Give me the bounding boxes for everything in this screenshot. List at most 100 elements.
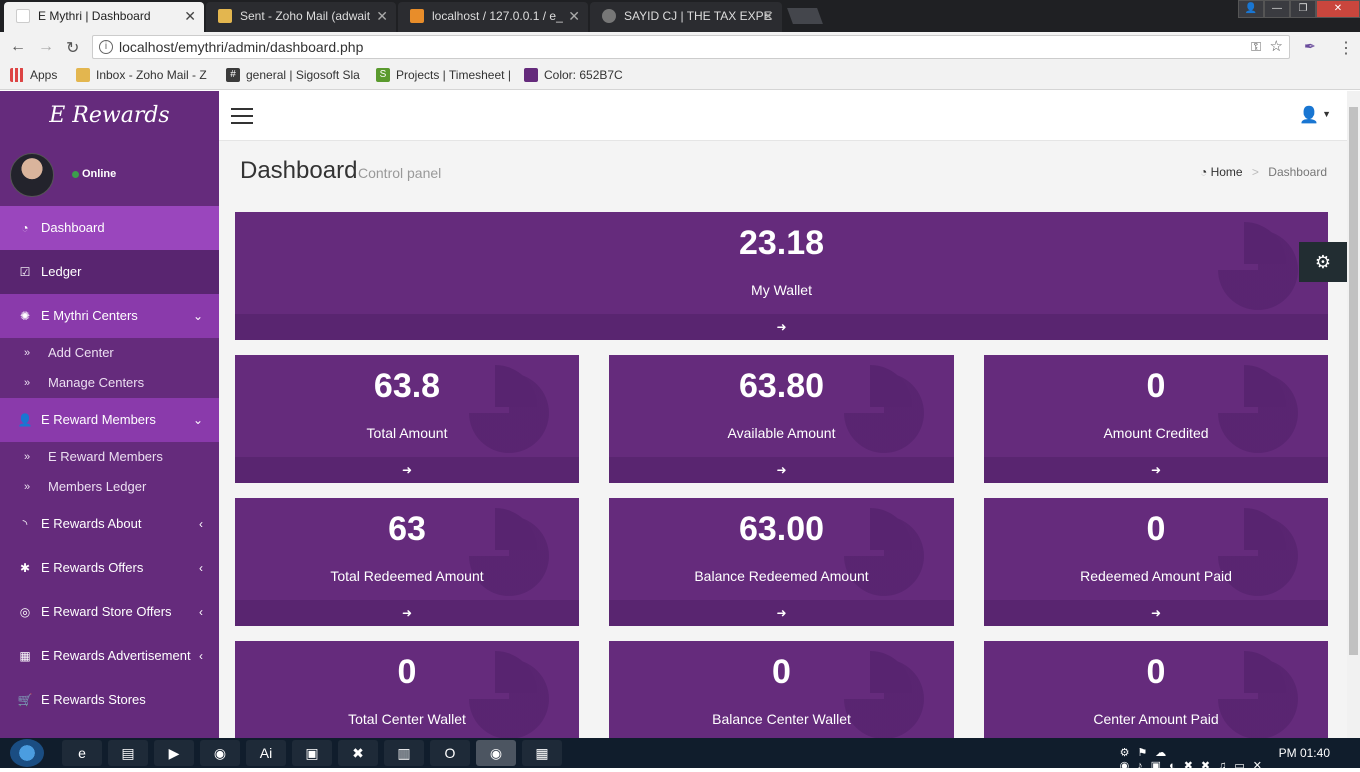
close-window-button[interactable]: ✕ [1316,0,1360,18]
user-icon: 👤 [17,413,33,427]
status-dot-icon [72,171,79,178]
tab-phpmyadmin[interactable]: localhost / 127.0.0.1 / e_ ✕ [398,2,588,32]
mail-icon [76,68,90,82]
stat-box-total-amount: 63.8 Total Amount ➜ [235,355,579,483]
more-info-link[interactable]: ➜ [235,600,579,626]
sidebar-item-rewards-about[interactable]: ◝ E Rewards About ‹ [0,502,219,546]
more-info-link[interactable]: ➜ [235,314,1328,340]
chevron-down-icon: ⌄ [192,413,203,427]
opera-icon[interactable]: O [430,740,470,766]
more-info-link[interactable]: ➜ [609,600,954,626]
restore-button[interactable]: ❐ [1290,0,1316,18]
sidebar-item-rewards-offers[interactable]: ✱ E Rewards Offers ‹ [0,546,219,590]
tab-zoho-mail[interactable]: Sent - Zoho Mail (adwait ✕ [206,2,396,32]
bookmark-apps[interactable]: Apps [10,68,57,82]
more-info-link[interactable]: ➜ [235,457,579,483]
arrow-circle-right-icon: ➜ [1150,606,1162,620]
media-player-icon[interactable]: ▶ [154,740,194,766]
sidebar-item-store-offers[interactable]: ◎ E Reward Store Offers ‹ [0,590,219,634]
more-info-link[interactable]: ➜ [984,600,1328,626]
new-tab-button[interactable] [787,8,823,24]
tab-dashboard[interactable]: E Mythri | Dashboard ✕ [4,2,204,32]
back-icon[interactable]: ← [10,38,26,56]
hamburger-menu-icon[interactable] [231,108,253,124]
sidebar-subitem-members-ledger[interactable]: » Members Ledger [0,472,219,502]
user-profile-icon[interactable]: 👤 [1238,0,1264,18]
chrome-active-icon[interactable]: ◉ [476,740,516,766]
key-icon[interactable]: ⚿ [1251,36,1261,58]
close-tab-icon[interactable]: ✕ [568,2,580,30]
tab-title: Sent - Zoho Mail (adwait [240,9,371,23]
tray-icons[interactable]: ⚙⚑☁◉♪▣◐✖✖♫▭✕ [1120,746,1270,772]
illustrator-icon[interactable]: Ai [246,740,286,766]
close-tab-icon[interactable]: ✕ [762,2,774,30]
sidebar-item-label: E Rewards Stores [41,692,146,707]
stat-value: 0 [1146,510,1166,548]
taskbar-clock[interactable]: PM 01:40 [1279,746,1330,760]
stat-box-balance-center-wallet: 0 Balance Center Wallet [609,641,954,738]
dashboard-icon: ◔ [21,221,29,235]
sidebar-item-mythri-centers[interactable]: ✺ E Mythri Centers ⌄ [0,294,219,338]
bookmarks-bar: Apps Inbox - Zoho Mail - Z # general | S… [0,62,1360,90]
sidebar-item-rewards-stores[interactable]: 🛒 E Rewards Stores [0,678,219,722]
bookmark-slack[interactable]: # general | Sigosoft Sla [226,68,360,82]
bookmark-zoho-inbox[interactable]: Inbox - Zoho Mail - Z [76,68,207,82]
main-content: 👤 ▼ Dashboard Control panel ◔ Home > Das… [219,91,1347,738]
computer-icon[interactable]: ▣ [292,740,332,766]
browser-menu-icon[interactable]: ⋮ [1338,38,1354,58]
bookmark-timesheet[interactable]: S Projects | Timesheet | [376,68,511,82]
sidebar-subitem-reward-members[interactable]: » E Reward Members [0,442,219,472]
chrome-icon[interactable]: ◉ [200,740,240,766]
ie-icon[interactable]: e [62,740,102,766]
app-logo[interactable]: E Rewards [0,91,219,141]
user-menu-icon[interactable]: 👤 [1299,105,1319,125]
phpmyadmin-icon [410,9,424,23]
apps-grid-icon [10,68,24,82]
chevron-down-icon: ⌄ [192,309,203,323]
minimize-button[interactable]: — [1264,0,1290,18]
breadcrumb-separator: > [1251,165,1259,179]
arrow-circle-right-icon: ➜ [401,463,413,477]
sidebar-item-reward-members[interactable]: 👤 E Reward Members ⌄ [0,398,219,442]
close-tab-icon[interactable]: ✕ [184,2,196,30]
xampp-icon[interactable]: ✖ [338,740,378,766]
stat-label: Total Center Wallet [348,711,466,727]
info-icon[interactable]: i [99,40,113,54]
more-info-link[interactable]: ➜ [984,457,1328,483]
color-swatch-icon [524,68,538,82]
sidebar-item-rewards-advertisement[interactable]: ▦ E Rewards Advertisement ‹ [0,634,219,678]
explorer-icon[interactable]: ▤ [108,740,148,766]
stat-value: 0 [397,653,417,691]
sidebar-item-label: Members Ledger [48,479,147,494]
stat-label: Center Amount Paid [1093,711,1219,727]
more-info-link[interactable]: ➜ [609,457,954,483]
sidebar-item-label: Add Center [48,345,114,360]
bookmark-color[interactable]: Color: 652B7C [524,68,623,82]
url-input[interactable]: i localhost/emythri/admin/dashboard.php … [92,35,1290,59]
sidebar-subitem-manage-centers[interactable]: » Manage Centers [0,368,219,398]
breadcrumb-home[interactable]: Home [1211,165,1243,179]
tab-title: SAYID CJ | THE TAX EXPE [624,9,772,23]
chevron-left-icon: ‹ [199,605,203,619]
notepad-icon[interactable]: ▥ [384,740,424,766]
bookmark-star-icon[interactable]: ☆ [1270,36,1283,58]
forward-icon[interactable]: → [38,38,54,56]
caret-down-icon[interactable]: ▼ [1322,109,1331,119]
scrollbar-thumb[interactable] [1349,107,1358,655]
notes-icon[interactable]: ▦ [522,740,562,766]
sidebar-item-ledger[interactable]: ☑ Ledger [0,250,219,294]
page-scrollbar[interactable] [1347,91,1360,738]
sidebar-subitem-add-center[interactable]: » Add Center [0,338,219,368]
sidebar-item-dashboard[interactable]: ◔ Dashboard [0,206,219,250]
double-angle-right-icon: » [24,481,31,493]
tab-tax-expert[interactable]: SAYID CJ | THE TAX EXPE ✕ [590,2,782,32]
start-button[interactable] [10,739,44,767]
close-tab-icon[interactable]: ✕ [376,2,388,30]
page-icon [16,9,30,23]
reload-icon[interactable]: ↻ [66,38,79,58]
mail-icon [218,9,232,23]
color-picker-extension-icon[interactable]: ✒ [1304,38,1322,56]
stat-label: Total Redeemed Amount [330,568,484,584]
loading-icon [602,9,616,23]
settings-gear-button[interactable]: ⚙ [1299,242,1347,282]
